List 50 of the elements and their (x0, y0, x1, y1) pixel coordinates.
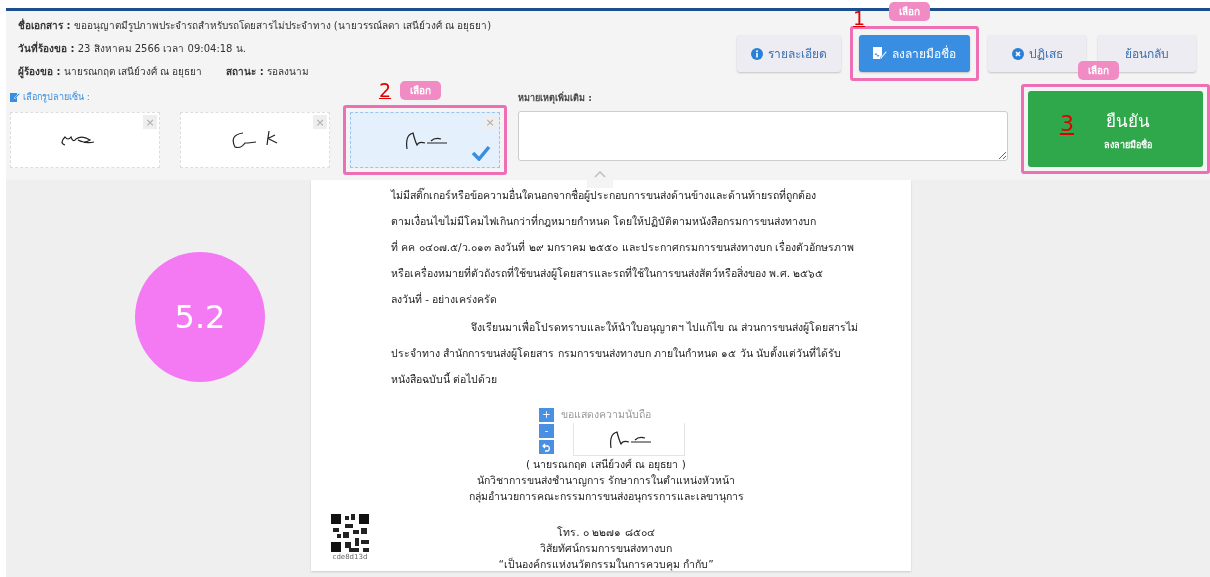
select-badge: เลือก (1078, 61, 1119, 80)
info-text: วันที่ร้องขอ : 23 สิงหาคม 2566 เวลา 09:04:18 น. (18, 41, 246, 56)
select-badge: เลือก (889, 2, 930, 21)
details-button[interactable]: รายละเอียด (737, 35, 841, 72)
label-text: เลือกรูปลายเซ็น : (23, 90, 90, 104)
document-text: หรือเครื่องหมายที่ตัวถังรถที่ใช้ขนส่งผู้โดยสารและรถที่ใช้ในการขนส่งสัตว์หรือสิ่งของ พ.ศ. ๒๕๖๕ (391, 265, 825, 282)
document-text: จึงเรียนมาเพื่อโปรดทราบและให้นำใบอนุญาตฯ ไปแก้ไข ณ ส่วนการขนส่งผู้โดยสารไม่ (470, 319, 859, 336)
remove-button[interactable]: × (313, 115, 327, 129)
signature-icon (873, 47, 887, 60)
document-text: ที่ คค ๐๔๐๗.๕/ว.๐๑๓ ลงวันที่ ๒๙ มกราคม ๒๕๕๐ และประกาศกรมการขนส่งทางบก เรื่องตัวอักษรภาพ (391, 239, 855, 255)
reject-button[interactable]: ปฏิเสธ (988, 35, 1086, 72)
step-number: 1 (853, 9, 866, 28)
close-icon (1011, 47, 1024, 60)
qr-code (331, 514, 369, 552)
document-text: หนังสือฉบับนี้ ต่อไปด้วย (391, 371, 499, 387)
zoom-out-button[interactable]: - (539, 424, 554, 438)
signature-option[interactable]: × (10, 112, 160, 168)
remark-field[interactable] (518, 111, 1008, 161)
select-badge: เลือก (400, 81, 441, 100)
step-number: 3 (1060, 113, 1074, 135)
undo-icon (541, 442, 552, 452)
contact-text: “เป็นองค์กรแห่งนวัตกรรมในการควบคุม กำกับ” (498, 556, 714, 572)
zoom-in-button[interactable]: + (539, 408, 554, 422)
signature-stamp[interactable] (573, 423, 685, 456)
contact-text: โทร. ๐ ๒๒๗๑ ๘๕๐๔ (557, 525, 655, 540)
document-text: ประจำทาง สำนักการขนส่งผู้โดยสาร กรมการขนส่งทางบก ภายในกำหนด ๑๕ วัน นับตั้งแต่วันที่ได้รับ (391, 345, 843, 362)
remove-button[interactable]: × (483, 115, 497, 129)
document-text: ไม่มีสติ๊กเกอร์หรือข้อความอื่นใดนอกจากชื่อผู้ประกอบการขนส่งด้านข้างและด้านท้ายรถที่ถูกต้อง (391, 187, 817, 204)
document-text: ลงวันที่ - อย่างเคร่งครัด (391, 291, 499, 307)
document-text: ตามเงื่อนไขไม่มีโคมไฟเกินกว่าที่กฎหมายกำหนด โดยให้ปฏิบัติตามหนังสือกรมการขนส่งทางบก (391, 213, 818, 229)
signature-option[interactable]: × (350, 112, 500, 168)
info-icon (751, 47, 763, 60)
callout-circle: 5.2 (135, 252, 265, 382)
position-text: กลุ่มอำนวยการคณะกรรมการขนส่งอนุกรรการและเลขานุการ (468, 489, 744, 504)
closing-text: ขอแสดงความนับถือ (561, 407, 651, 422)
signer-name: ( นายรณกฤต เสนีย์วงศ์ ณ อยุธยา ) (526, 457, 686, 472)
info-text: ผู้ร้องขอ : นายรณกฤต เสนีย์วงศ์ ณ อยุธยา (18, 65, 203, 79)
contact-text: วิสัยทัศน์กรมการขนส่งทางบก (540, 541, 672, 556)
remark-label: หมายเหตุเพิ่มเติม : (518, 91, 593, 103)
edit-icon (10, 92, 20, 102)
sign-button[interactable]: ลงลายมือชื่อ (859, 35, 970, 72)
info-text: ชื่อเอกสาร : ขออนุญาตมีรูปภาพประจำรถสำหรับรถโดยสารไม่ประจำทาง (นายวรรณ์ลดา เสนีย์วงศ์ ณ อยุธยา) (18, 18, 492, 33)
info-text: สถานะ : รอลงนาม (226, 65, 309, 79)
chevron-up-icon (594, 171, 606, 178)
position-text: นักวิชาการขนส่งชำนาญการ รักษาการในตำแหน่งหัวหน้า (476, 473, 736, 488)
check-icon (471, 145, 491, 161)
step-number: 2 (379, 81, 392, 100)
undo-button[interactable] (539, 440, 554, 454)
remove-button[interactable]: × (143, 115, 157, 129)
signature-option[interactable]: × (180, 112, 330, 168)
